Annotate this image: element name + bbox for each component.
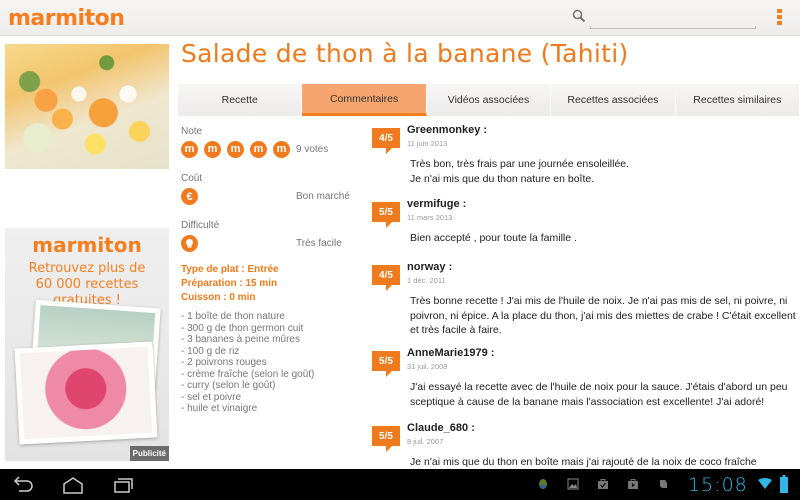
search-input[interactable] [590, 26, 756, 29]
play-store-icon[interactable] [627, 478, 639, 490]
rating-m-icon: m [181, 141, 198, 158]
tab-recettes-associees[interactable]: Recettes associées [551, 84, 676, 116]
battery-icon[interactable] [780, 475, 788, 493]
difficulty-value: Très facile [296, 238, 342, 249]
tab-videos-associees[interactable]: Vidéos associées [426, 84, 552, 116]
home-icon[interactable] [60, 475, 86, 495]
comment-text: Très bon, très frais par une journée ens… [410, 158, 630, 185]
gallery-icon[interactable] [567, 478, 579, 490]
difficulty-label: Difficulté [181, 220, 220, 231]
comment-date: 8 juil. 2007 [407, 437, 444, 446]
tab-recette[interactable]: Recette [178, 84, 303, 116]
comment-author: AnneMarie1979 : [407, 347, 495, 359]
ad-photo-front [14, 341, 158, 445]
recipe-title: Salade de thon à la banane (Tahiti) [181, 39, 629, 68]
comment-date: 31 juil. 2008 [407, 362, 448, 371]
ingredient-item: - 2 poivrons rouges [181, 357, 267, 368]
evernote-icon[interactable] [657, 478, 669, 490]
ad-text: Retrouvez plus de 60 000 recettes gratui… [5, 261, 169, 309]
ingredient-item: - huile et vinaigre [181, 403, 258, 414]
marmiton-logo[interactable]: marmiton [8, 6, 125, 31]
android-debug-icon[interactable] [537, 478, 549, 490]
action-bar: marmiton [0, 0, 800, 36]
tab-recettes-similaires[interactable]: Recettes similaires [675, 84, 800, 116]
cost-value: Bon marché [296, 191, 350, 202]
overflow-menu-icon[interactable] [777, 9, 782, 25]
ingredient-item: - sel et poivre [181, 391, 242, 403]
cooking-time: Cuisson : 0 min [181, 292, 256, 303]
ad-badge: Publicité [129, 446, 169, 461]
comment-date: 1 déc. 2011 [407, 276, 446, 285]
ingredient-item: - 1 boîte de thon nature [181, 311, 285, 322]
clock: 15:08 [688, 474, 748, 496]
preparation-time: Préparation : 15 min [181, 278, 278, 289]
rating-badge: 5/5 [372, 426, 400, 452]
rating-badge: 5/5 [372, 202, 400, 228]
rating-m-icon: m [227, 141, 244, 158]
ingredient-item: - curry (selon le goût) [181, 380, 276, 391]
comment-text: J'ai essayé la recette avec de l'huile d… [410, 381, 788, 408]
rating-m-icon: m [273, 141, 290, 158]
store-download-icon[interactable] [597, 478, 609, 490]
comment-date: 11 juin 2013 [407, 139, 448, 148]
comment-author: norway : [407, 261, 453, 273]
recent-apps-icon[interactable] [110, 475, 136, 495]
votes-count: 9 votes [296, 144, 329, 155]
rating-badge: 4/5 [372, 128, 400, 154]
rating-m-icon: m [204, 141, 221, 158]
ingredient-item: - crème fraîche (selon le goût) [181, 368, 315, 380]
rating-m-icon: m [250, 141, 267, 158]
comment-text: Bien accepté , pour toute la famille . [410, 232, 577, 244]
comment-text: Je n'ai mis que du thon en boîte mais j'… [410, 456, 757, 468]
search-icon[interactable] [572, 9, 586, 23]
rating-badge: 4/5 [372, 265, 400, 291]
comment-text: Très bonne recette ! J'ai mis de l'huile… [410, 295, 796, 336]
rating-icons: m m m m m [181, 141, 290, 158]
cost-label: Coût [181, 173, 203, 184]
tab-bar: Recette Commentaires Vidéos associées Re… [178, 84, 800, 116]
comment-author: Greenmonkey : [407, 124, 488, 136]
ingredient-item: - 300 g de thon germon cuit [181, 322, 304, 334]
note-label: Note [181, 126, 203, 137]
comment-author: vermifuge : [407, 198, 467, 210]
ingredients-list: - 1 boîte de thon nature - 300 g de thon… [181, 311, 314, 415]
ingredient-item: - 3 bananes à peine mûres [181, 334, 300, 345]
wifi-icon[interactable] [758, 478, 772, 490]
comment-author: Claude_680 : [407, 422, 475, 434]
euro-icon: € [181, 188, 198, 205]
system-bar: 15:08 [0, 469, 800, 500]
chef-hat-icon [181, 235, 198, 252]
ad-logo: marmiton [32, 233, 142, 257]
rating-badge: 5/5 [372, 351, 400, 377]
comment-date: 11 mars 2013 [407, 213, 453, 222]
dish-type: Type de plat : Entrée [181, 264, 279, 275]
back-icon[interactable] [10, 475, 36, 495]
tab-commentaires[interactable]: Commentaires [302, 84, 427, 116]
recipe-photo[interactable] [5, 44, 169, 169]
ingredient-item: - 100 g de riz [181, 345, 240, 357]
ad-line-1: Retrouvez plus de [28, 261, 146, 276]
advertisement-banner[interactable]: marmiton Retrouvez plus de 60 000 recett… [5, 228, 169, 461]
